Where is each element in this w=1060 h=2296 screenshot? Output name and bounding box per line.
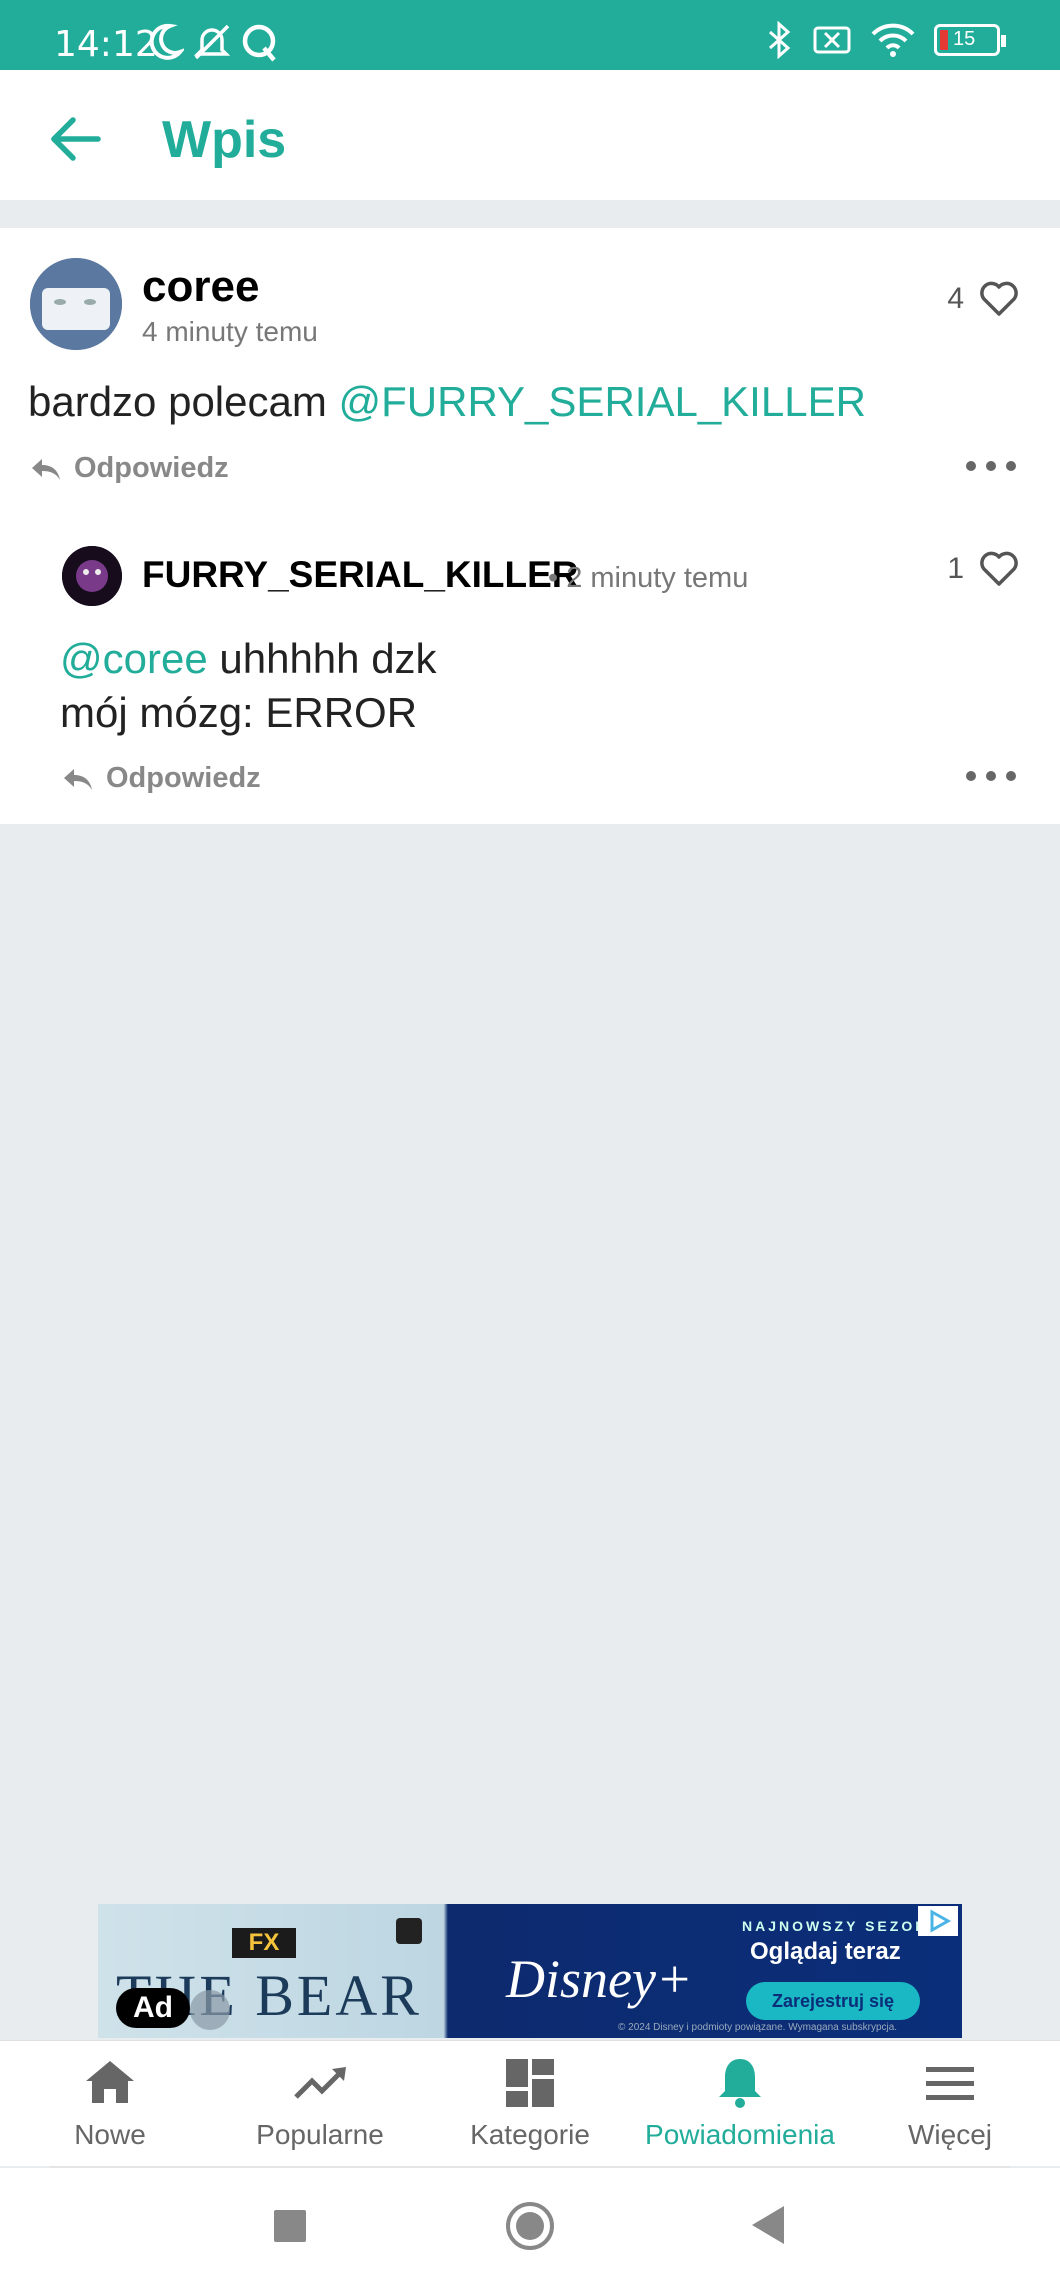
system-nav-bar <box>0 2168 1060 2296</box>
reply-author[interactable]: FURRY_SERIAL_KILLER <box>142 554 579 596</box>
home-button-icon[interactable] <box>504 2200 556 2252</box>
post-time: 4 minuty temu <box>142 316 318 347</box>
ad-cta-button[interactable]: Zarejestruj się <box>746 1982 920 2020</box>
avatar[interactable] <box>62 546 122 606</box>
q-icon <box>242 24 276 62</box>
reply-text-line2: mój mózg: ERROR <box>60 689 418 736</box>
more-options-icon[interactable] <box>966 766 1016 786</box>
nav-item-nowe[interactable]: Nowe <box>5 2053 215 2151</box>
trending-icon <box>294 2067 346 2099</box>
reply-icon <box>64 768 92 790</box>
more-options-icon[interactable] <box>966 456 1016 476</box>
post-text: bardzo polecam <box>28 378 339 425</box>
bell-off-icon <box>193 24 231 60</box>
ad-fx-logo: FX <box>232 1928 296 1958</box>
mention-link[interactable]: @coree <box>60 635 208 682</box>
reply-label: Odpowiedz <box>106 762 261 794</box>
ad-banner[interactable]: FX THE BEAR Disney+ NAJNOWSZY SEZON Oglą… <box>98 1904 962 2038</box>
post-body: bardzo polecam @FURRY_SERIAL_KILLER <box>28 378 866 426</box>
back-icon[interactable] <box>748 2202 788 2248</box>
post-card: coree 4 minuty temu 4 bardzo polecam @FU… <box>0 228 1060 824</box>
wifi-icon <box>871 23 915 57</box>
reply-icon <box>32 458 60 480</box>
bluetooth-icon <box>769 20 791 60</box>
reply-body: @coree uhhhhh dzk mój mózg: ERROR <box>60 632 437 740</box>
like-button[interactable]: 4 <box>947 280 1020 318</box>
ad-badge: Ad <box>116 1988 190 2028</box>
bottom-nav: Nowe Popularne Kategorie Powiadomienia W… <box>0 2040 1060 2166</box>
ad-brand-logo: Disney+ <box>506 1949 693 2009</box>
post-author[interactable]: coree <box>142 262 259 312</box>
nav-label: Więcej <box>907 2119 992 2150</box>
nav-item-kategorie[interactable]: Kategorie <box>425 2053 635 2151</box>
bell-icon <box>719 2059 761 2108</box>
arrow-left-icon[interactable] <box>44 108 106 170</box>
nav-label: Powiadomienia <box>645 2119 835 2150</box>
like-button[interactable]: 1 <box>947 550 1020 588</box>
battery-icon: 15 <box>934 24 1006 56</box>
adchoices-icon[interactable] <box>918 1906 958 1936</box>
recents-icon[interactable] <box>272 2208 308 2244</box>
reply-button[interactable]: Odpowiedz <box>30 452 229 485</box>
heart-icon <box>980 281 1018 316</box>
reply-text-line1: uhhhhh dzk <box>207 635 437 682</box>
heart-icon <box>980 551 1018 586</box>
nav-item-powiadomienia[interactable]: Powiadomienia <box>635 2053 845 2151</box>
moon-icon <box>149 23 184 60</box>
ad-tagline: NAJNOWSZY SEZON <box>742 1918 929 1934</box>
nav-label: Nowe <box>74 2119 146 2150</box>
battery-level: 15 <box>953 28 976 50</box>
app-bar: Wpis <box>0 70 1060 200</box>
nav-label: Kategorie <box>470 2119 590 2150</box>
menu-icon <box>926 2067 974 2100</box>
reply-button[interactable]: Odpowiedz <box>62 762 261 795</box>
status-bar: 14:12 15 <box>0 0 1060 70</box>
like-count: 1 <box>947 552 964 585</box>
ad-fine-print: © 2024 Disney i podmioty powiązane. Wyma… <box>618 2022 898 2033</box>
like-count: 4 <box>947 282 964 315</box>
nav-item-popularne[interactable]: Popularne <box>215 2053 425 2151</box>
avatar[interactable] <box>30 258 122 350</box>
nav-label: Popularne <box>256 2119 384 2150</box>
dashboard-icon <box>506 2059 554 2107</box>
status-time: 14:12 <box>54 24 158 65</box>
lock-icon <box>396 1918 422 1944</box>
mention-link[interactable]: @FURRY_SERIAL_KILLER <box>339 378 866 425</box>
page-title: Wpis <box>162 111 287 169</box>
reply-label: Odpowiedz <box>74 452 229 484</box>
sim-off-icon <box>813 26 851 54</box>
reply-time: • 2 minuty temu <box>548 562 749 594</box>
home-icon <box>86 2061 134 2103</box>
ad-headline: Oglądaj teraz <box>750 1938 901 1965</box>
info-icon[interactable] <box>190 1990 230 2030</box>
nav-item-wiecej[interactable]: Więcej <box>845 2053 1055 2151</box>
